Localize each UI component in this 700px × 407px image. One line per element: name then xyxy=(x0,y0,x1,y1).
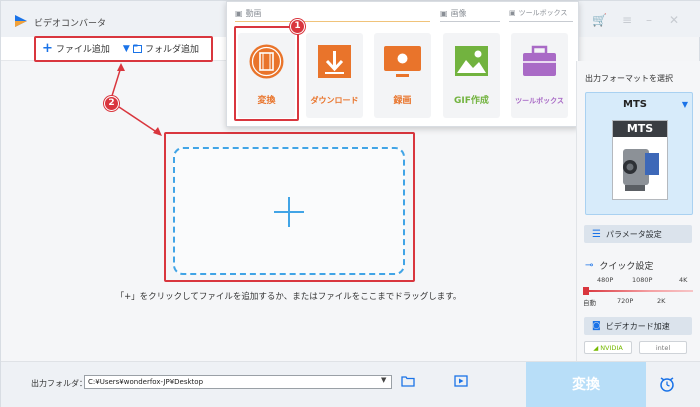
tile-download[interactable]: ダウンロード xyxy=(306,33,363,118)
tick-auto: 自動 xyxy=(583,299,596,307)
sliders-icon: ☰ xyxy=(592,228,601,240)
toolbox-icon: ▣ xyxy=(509,9,516,17)
tile-toolbox-label: ツールボックス xyxy=(515,97,564,105)
annotation-badge-1: 1 xyxy=(290,19,305,34)
app-window: ビデオコンバータ 🛒 ≡ – ✕ + ファイル追加 ▼ フォルダ追加 「+」をク… xyxy=(0,0,700,407)
tick-480p: 480P xyxy=(597,276,614,284)
output-path-field[interactable]: C:¥Users¥wonderfox-JP¥Desktop xyxy=(84,375,392,389)
toolbox-icon xyxy=(523,45,556,76)
tick-720p: 720P xyxy=(617,297,634,305)
section-video: ▣ 動画 xyxy=(235,9,262,18)
format-selector[interactable]: MTS ▼ MTS xyxy=(585,92,693,215)
output-folder-label: 出力フォルダ： xyxy=(31,379,87,388)
quality-slider[interactable] xyxy=(585,290,693,292)
nvidia-icon: ◢ xyxy=(593,343,599,352)
tick-1080p: 1080P xyxy=(632,276,653,284)
section-divider-image xyxy=(440,21,500,22)
annotation-badge-2: 2 xyxy=(104,96,119,111)
caret-down-icon[interactable]: ▼ xyxy=(682,100,688,109)
tile-record-label: 録画 xyxy=(393,96,412,106)
path-dropdown-icon[interactable]: ▼ xyxy=(381,376,386,384)
gif-image-icon xyxy=(455,46,488,76)
section-toolbox: ▣ ツールボックス xyxy=(509,9,568,17)
download-icon xyxy=(318,45,351,78)
chip-icon: ◙ xyxy=(592,321,601,331)
output-format-title: 出力フォーマットを選択 xyxy=(585,74,673,83)
format-name: MTS xyxy=(623,99,647,110)
film-icon: ▣ xyxy=(235,9,243,18)
section-divider-toolbox xyxy=(509,21,573,22)
tile-download-label: ダウンロード xyxy=(310,96,359,105)
open-folder-icon[interactable] xyxy=(401,375,415,387)
intel-option[interactable]: intel xyxy=(639,341,687,354)
camcorder-icon xyxy=(623,149,659,191)
tick-2k: 2K xyxy=(657,297,666,305)
tile-toolbox[interactable]: ツールボックス xyxy=(511,33,568,118)
bottom-bar: 出力フォルダ： C:¥Users¥wonderfox-JP¥Desktop ▼ … xyxy=(1,361,700,407)
right-panel: 出力フォーマットを選択 MTS ▼ MTS ☰ パラメータ設定 ⊸ クイック設定… xyxy=(576,61,700,361)
mts-label: MTS xyxy=(613,121,667,137)
quality-slider-thumb[interactable] xyxy=(583,287,589,295)
nvidia-option[interactable]: ◢ NVIDIA xyxy=(584,341,632,354)
tile-gif[interactable]: GIF作成 xyxy=(443,33,500,118)
screen-record-icon xyxy=(384,46,421,77)
section-divider-video xyxy=(235,21,430,22)
section-image: ▣ 画像 xyxy=(440,9,467,18)
mts-format-icon: MTS xyxy=(612,120,668,200)
annotation-box-convert xyxy=(234,26,299,121)
merge-icon[interactable] xyxy=(454,375,468,387)
parameter-settings-button[interactable]: ☰ パラメータ設定 xyxy=(584,225,692,243)
quick-settings-icon: ⊸ xyxy=(585,260,594,271)
alarm-clock-icon[interactable] xyxy=(658,375,676,393)
tile-gif-label: GIF作成 xyxy=(454,96,489,106)
image-icon: ▣ xyxy=(440,9,448,18)
tile-record[interactable]: 録画 xyxy=(374,33,431,118)
gpu-accel-button[interactable]: ◙ ビデオカード加速 xyxy=(584,317,692,335)
convert-button[interactable]: 変換 xyxy=(526,362,646,407)
quick-settings-label: ⊸ クイック設定 xyxy=(585,260,654,272)
tick-4k: 4K xyxy=(679,276,688,284)
